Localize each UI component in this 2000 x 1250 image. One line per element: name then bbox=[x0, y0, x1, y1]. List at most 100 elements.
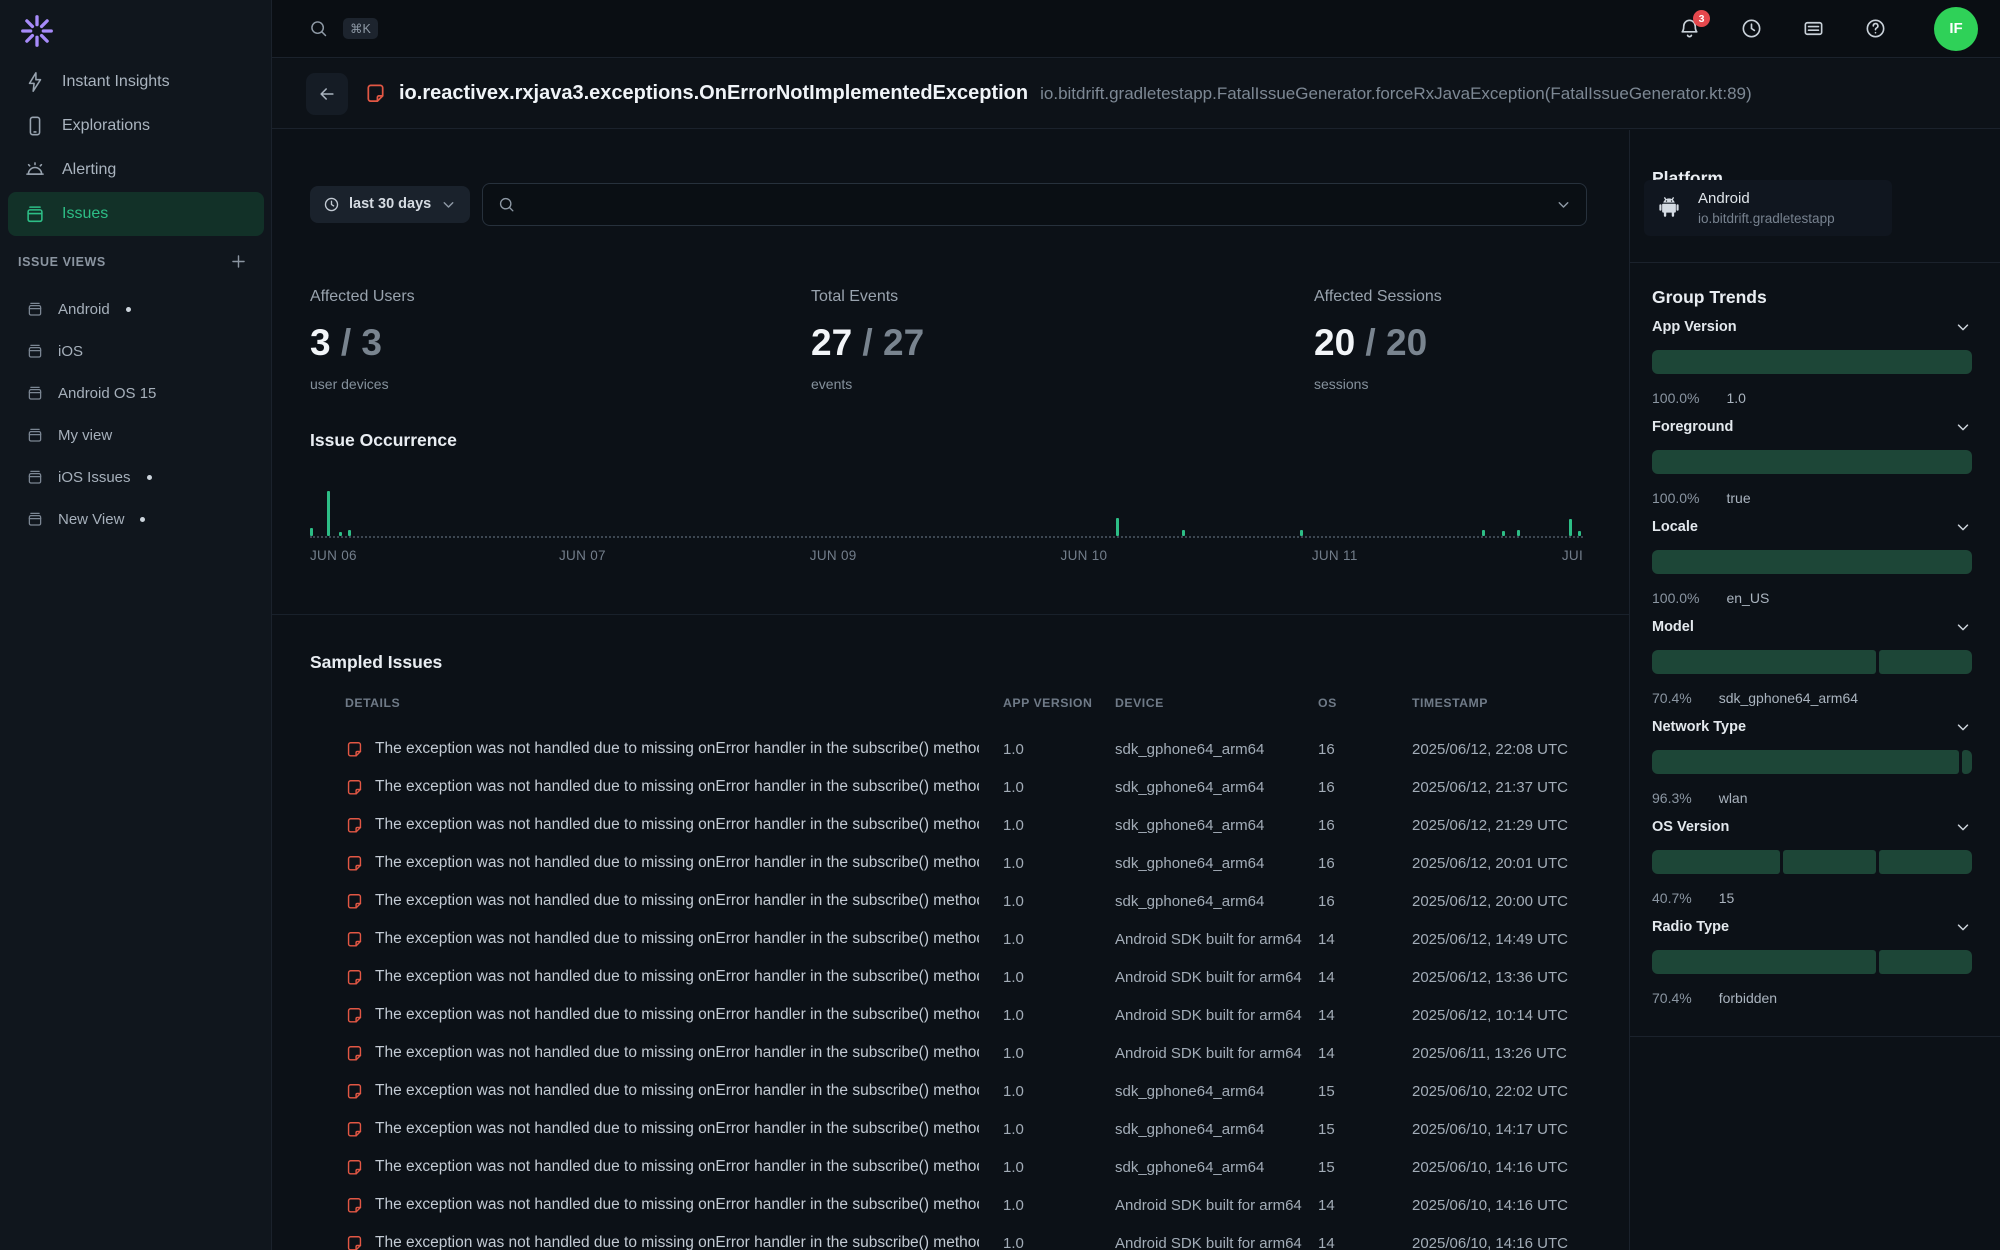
cell-device: sdk_gphone64_arm64 bbox=[1115, 741, 1318, 758]
chart-bar bbox=[1517, 530, 1520, 536]
stat-total: 3 bbox=[361, 322, 382, 363]
table-row[interactable]: The exception was not handled due to mis… bbox=[272, 844, 1629, 882]
chart-bar bbox=[1482, 530, 1485, 536]
trend-group-header[interactable]: Locale bbox=[1652, 516, 1972, 538]
trend-group-locale: Locale100.0%en_US bbox=[1652, 516, 1972, 616]
panel-divider bbox=[1630, 262, 2000, 263]
issue-subtitle: io.bitdrift.gradletestapp.FatalIssueGene… bbox=[1040, 84, 1752, 104]
table-row[interactable]: The exception was not handled due to mis… bbox=[272, 806, 1629, 844]
cell-os: 16 bbox=[1318, 893, 1412, 910]
table-row[interactable]: The exception was not handled due to mis… bbox=[272, 920, 1629, 958]
table-row[interactable]: The exception was not handled due to mis… bbox=[272, 1224, 1629, 1250]
cell-details: The exception was not handled due to mis… bbox=[345, 778, 1003, 797]
trend-bar-segment bbox=[1879, 850, 1972, 874]
table-row[interactable]: The exception was not handled due to mis… bbox=[272, 730, 1629, 768]
time-range-dropdown[interactable]: last 30 days bbox=[310, 186, 470, 223]
issue-view-android[interactable]: Android bbox=[8, 288, 264, 330]
trend-group-header[interactable]: Model bbox=[1652, 616, 1972, 638]
chart-title: Issue Occurrence bbox=[310, 430, 457, 451]
issue-doc-icon bbox=[345, 1120, 364, 1139]
trend-percent: 100.0% bbox=[1652, 390, 1699, 406]
cell-os: 16 bbox=[1318, 779, 1412, 796]
trend-group-header[interactable]: Network Type bbox=[1652, 716, 1972, 738]
column-header-app-version: APP VERSION bbox=[1003, 696, 1115, 710]
app-window: Instant InsightsExplorationsAlertingIssu… bbox=[0, 0, 2000, 1250]
trend-group-header[interactable]: Radio Type bbox=[1652, 916, 1972, 938]
trend-group-header[interactable]: App Version bbox=[1652, 316, 1972, 338]
chevron-down-icon bbox=[1954, 318, 1972, 336]
table-header: DETAILSAPP VERSIONDEVICEOSTIMESTAMP bbox=[272, 696, 1629, 710]
cell-app-version: 1.0 bbox=[1003, 1197, 1115, 1214]
alarm-icon bbox=[24, 159, 46, 181]
help-icon[interactable] bbox=[1864, 17, 1887, 40]
cell-device: sdk_gphone64_arm64 bbox=[1115, 855, 1318, 872]
chart-bar bbox=[1300, 530, 1303, 536]
stat-total: 20 bbox=[1386, 322, 1427, 363]
table-row[interactable]: The exception was not handled due to mis… bbox=[272, 1072, 1629, 1110]
chevron-down-icon[interactable] bbox=[1555, 196, 1572, 213]
issue-doc-icon bbox=[345, 968, 364, 987]
table-row[interactable]: The exception was not handled due to mis… bbox=[272, 958, 1629, 996]
axis-tick-label: JUN 07 bbox=[559, 548, 606, 563]
cell-device: sdk_gphone64_arm64 bbox=[1115, 1121, 1318, 1138]
sidebar-item-instant-insights[interactable]: Instant Insights bbox=[8, 60, 264, 104]
issue-view-ios-issues[interactable]: iOS Issues bbox=[8, 456, 264, 498]
sidebar-item-issues[interactable]: Issues bbox=[8, 192, 264, 236]
stat-separator: / bbox=[331, 322, 362, 363]
chevron-down-icon bbox=[1954, 618, 1972, 636]
cell-os: 14 bbox=[1318, 1007, 1412, 1024]
chevron-down-icon bbox=[440, 196, 457, 213]
cell-timestamp: 2025/06/12, 14:49 UTC bbox=[1412, 931, 1595, 948]
issue-view-new-view[interactable]: New View bbox=[8, 498, 264, 540]
topbar-actions: 3 IF bbox=[1678, 7, 1978, 51]
issue-view-ios[interactable]: iOS bbox=[8, 330, 264, 372]
table-row[interactable]: The exception was not handled due to mis… bbox=[272, 768, 1629, 806]
cell-app-version: 1.0 bbox=[1003, 855, 1115, 872]
archive-icon bbox=[26, 384, 44, 402]
trend-label: Foreground bbox=[1652, 419, 1733, 435]
app-logo-icon[interactable] bbox=[18, 12, 56, 50]
issue-doc-icon bbox=[345, 778, 364, 797]
trend-group-header[interactable]: OS Version bbox=[1652, 816, 1972, 838]
back-button[interactable] bbox=[306, 73, 348, 115]
table-row[interactable]: The exception was not handled due to mis… bbox=[272, 882, 1629, 920]
history-clock-icon[interactable] bbox=[1740, 17, 1763, 40]
cell-details: The exception was not handled due to mis… bbox=[345, 1196, 1003, 1215]
avatar[interactable]: IF bbox=[1934, 7, 1978, 51]
table-row[interactable]: The exception was not handled due to mis… bbox=[272, 1110, 1629, 1148]
trend-percent: 70.4% bbox=[1652, 690, 1692, 706]
table-row[interactable]: The exception was not handled due to mis… bbox=[272, 996, 1629, 1034]
cell-os: 16 bbox=[1318, 855, 1412, 872]
issue-details-text: The exception was not handled due to mis… bbox=[375, 740, 979, 758]
notifications-bell-icon[interactable]: 3 bbox=[1678, 17, 1701, 40]
issue-view-label: iOS Issues bbox=[58, 469, 131, 486]
cell-device: Android SDK built for arm64 bbox=[1115, 1197, 1318, 1214]
trend-label: Locale bbox=[1652, 519, 1698, 535]
table-row[interactable]: The exception was not handled due to mis… bbox=[272, 1034, 1629, 1072]
search-icon[interactable] bbox=[308, 18, 329, 39]
add-view-button[interactable] bbox=[229, 252, 248, 271]
trend-group-header[interactable]: Foreground bbox=[1652, 416, 1972, 438]
issue-view-android-os-15[interactable]: Android OS 15 bbox=[8, 372, 264, 414]
issue-search-box bbox=[482, 183, 1587, 226]
issue-view-my-view[interactable]: My view bbox=[8, 414, 264, 456]
column-header-os: OS bbox=[1318, 696, 1412, 710]
axis-tick-label: JUN 11 bbox=[1312, 548, 1358, 563]
axis-tick-label: JUN 06 bbox=[310, 548, 357, 563]
cell-timestamp: 2025/06/10, 22:02 UTC bbox=[1412, 1083, 1595, 1100]
keyboard-shortcuts-icon[interactable] bbox=[1802, 17, 1825, 40]
issue-doc-icon bbox=[345, 930, 364, 949]
table-row[interactable]: The exception was not handled due to mis… bbox=[272, 1148, 1629, 1186]
trend-distribution-bar bbox=[1652, 750, 1972, 774]
cell-device: sdk_gphone64_arm64 bbox=[1115, 893, 1318, 910]
cell-details: The exception was not handled due to mis… bbox=[345, 1158, 1003, 1177]
stats-row: Affected Users3 / 3user devicesTotal Eve… bbox=[310, 288, 1590, 392]
table-row[interactable]: The exception was not handled due to mis… bbox=[272, 1186, 1629, 1224]
chevron-down-icon bbox=[1954, 818, 1972, 836]
sidebar-item-explorations[interactable]: Explorations bbox=[8, 104, 264, 148]
trend-meta: 70.4%forbidden bbox=[1652, 990, 1777, 1006]
cell-device: Android SDK built for arm64 bbox=[1115, 969, 1318, 986]
sidebar-item-alerting[interactable]: Alerting bbox=[8, 148, 264, 192]
trend-percent: 100.0% bbox=[1652, 490, 1699, 506]
search-input[interactable] bbox=[526, 195, 1545, 214]
